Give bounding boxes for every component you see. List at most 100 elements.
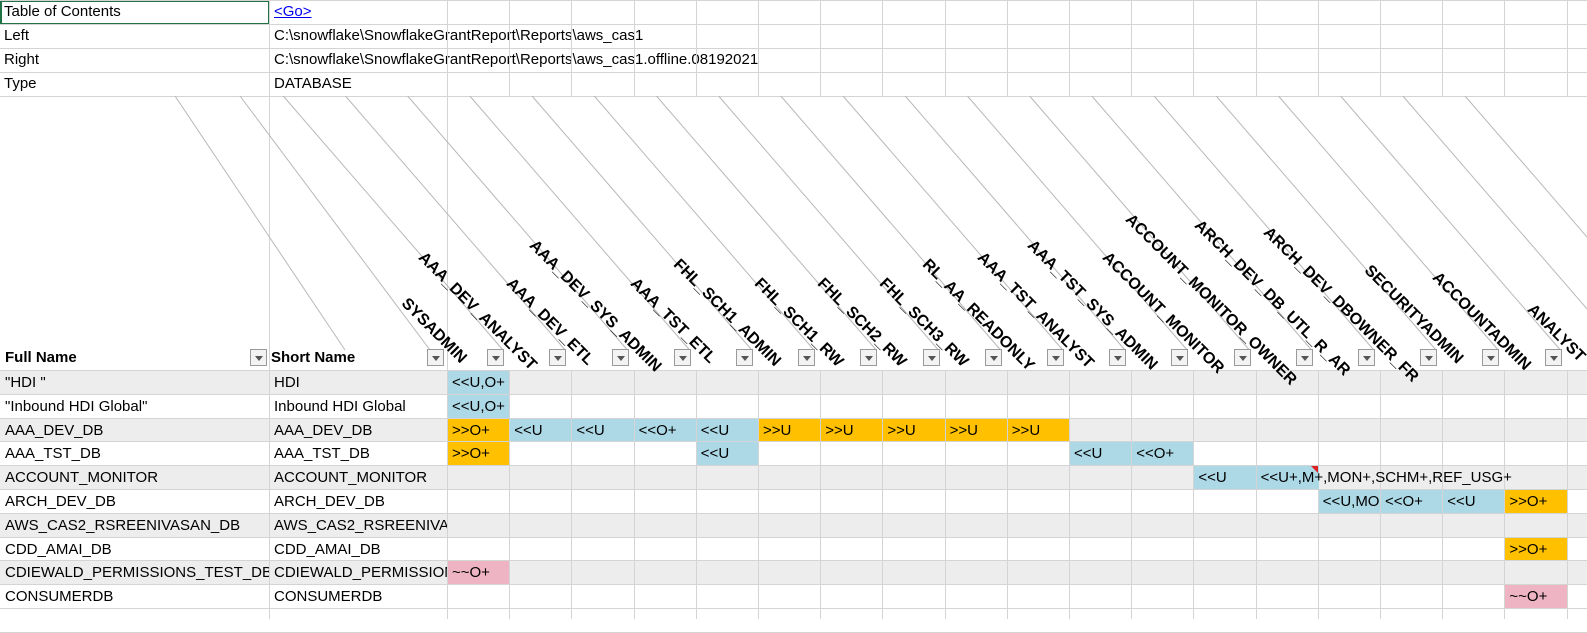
full-name-header: Full Name bbox=[5, 349, 77, 366]
gridline bbox=[634, 0, 635, 96]
grant-cell[interactable]: <<O+ bbox=[1132, 442, 1194, 466]
grant-cell[interactable]: <<U bbox=[572, 418, 634, 442]
gridline bbox=[0, 0, 1587, 1]
filter-dropdown-button[interactable] bbox=[736, 349, 753, 366]
meta-label-cell[interactable]: Right bbox=[0, 48, 269, 72]
gridline bbox=[1007, 370, 1008, 619]
grant-cell[interactable]: >>O+ bbox=[1505, 537, 1567, 561]
grant-cell[interactable]: >>O+ bbox=[448, 418, 510, 442]
grant-cell[interactable]: <<U,O+ bbox=[448, 394, 510, 418]
grant-cell[interactable]: <<U bbox=[1443, 490, 1505, 513]
gridline bbox=[1318, 0, 1319, 96]
grant-cell[interactable]: <<U bbox=[1070, 442, 1132, 466]
filter-dropdown-button[interactable] bbox=[922, 349, 940, 366]
grant-cell[interactable]: ~~O+ bbox=[448, 561, 510, 585]
filter-dropdown-button[interactable] bbox=[1420, 349, 1438, 366]
gridline bbox=[1567, 370, 1568, 619]
filter-dropdown-button[interactable] bbox=[549, 349, 567, 366]
row-full-name[interactable]: AWS_CAS2_RSREENIVASAN_DB bbox=[1, 514, 269, 538]
row-short-name[interactable]: Inbound HDI Global bbox=[270, 395, 447, 419]
diagonal-line bbox=[1402, 95, 1587, 310]
grant-cell[interactable]: >>U bbox=[945, 418, 1007, 442]
grant-cell[interactable]: >>O+ bbox=[448, 442, 510, 466]
row-short-name[interactable]: CDIEWALD_PERMISSION bbox=[270, 561, 447, 585]
row-short-name[interactable]: CONSUMERDB bbox=[270, 585, 447, 609]
gridline bbox=[945, 370, 946, 619]
gridline bbox=[696, 0, 697, 96]
filter-dropdown-button[interactable] bbox=[611, 349, 629, 366]
grant-cell[interactable]: <<U bbox=[1194, 466, 1256, 489]
filter-dropdown-button[interactable] bbox=[250, 349, 267, 366]
row-short-name[interactable]: AAA_TST_DB bbox=[270, 442, 447, 466]
row-full-name[interactable]: CDD_AMAI_DB bbox=[1, 538, 269, 562]
grant-cell[interactable]: <<U bbox=[510, 418, 572, 442]
filter-dropdown-button[interactable] bbox=[673, 349, 691, 366]
row-full-name[interactable]: "Inbound HDI Global" bbox=[1, 395, 269, 419]
meta-value-cell[interactable]: C:\snowflake\SnowflakeGrantReport\Report… bbox=[270, 48, 1070, 72]
filter-dropdown-button[interactable] bbox=[1295, 349, 1313, 366]
filter-dropdown-button[interactable] bbox=[1482, 349, 1500, 366]
row-full-name[interactable]: "HDI " bbox=[1, 371, 269, 395]
filter-dropdown-button[interactable] bbox=[1233, 349, 1251, 366]
meta-value-cell[interactable]: DATABASE bbox=[270, 72, 1070, 96]
meta-value-cell[interactable]: C:\snowflake\SnowflakeGrantReport\Report… bbox=[270, 24, 1070, 48]
filter-dropdown-button[interactable] bbox=[860, 349, 878, 366]
filter-dropdown-button[interactable] bbox=[984, 349, 1002, 366]
gridline bbox=[509, 0, 510, 96]
grant-cell[interactable]: >>U bbox=[821, 418, 883, 442]
gridline bbox=[882, 0, 883, 96]
grant-cell[interactable]: <<U,MO bbox=[1318, 490, 1380, 513]
column-header-aaa-tst-sys-admin[interactable]: AAA_TST_SYS_ADMIN bbox=[1023, 237, 1160, 374]
gridline bbox=[820, 0, 821, 96]
gridline bbox=[1256, 0, 1257, 96]
gridline bbox=[1069, 0, 1070, 96]
filter-dropdown-button[interactable] bbox=[798, 349, 816, 366]
row-short-name[interactable]: AAA_DEV_DB bbox=[270, 419, 447, 443]
row-short-name[interactable]: ARCH_DEV_DB bbox=[270, 490, 447, 514]
grant-cell[interactable]: <<O+ bbox=[1381, 490, 1443, 513]
row-full-name[interactable]: ARCH_DEV_DB bbox=[1, 490, 269, 514]
grant-cell[interactable]: <<U+,M+,MON+,SCHM+,REF_USG+ bbox=[1256, 466, 1512, 489]
gridline bbox=[1442, 0, 1443, 96]
gridline bbox=[447, 0, 448, 619]
gridline bbox=[945, 0, 946, 96]
grant-cell[interactable]: <<U,O+ bbox=[448, 371, 510, 394]
row-full-name[interactable]: AAA_DEV_DB bbox=[1, 419, 269, 443]
gridline bbox=[758, 370, 759, 619]
row-full-name[interactable]: AAA_TST_DB bbox=[1, 442, 269, 466]
filter-dropdown-button[interactable] bbox=[487, 349, 505, 366]
gridline bbox=[0, 96, 1587, 97]
grant-cell[interactable]: >>U bbox=[1007, 418, 1069, 442]
row-full-name[interactable]: CONSUMERDB bbox=[1, 585, 269, 609]
grant-cell[interactable]: >>U bbox=[883, 418, 945, 442]
row-full-name[interactable]: CDIEWALD_PERMISSIONS_TEST_DB bbox=[1, 561, 269, 585]
gridline bbox=[1131, 0, 1132, 96]
gridline bbox=[696, 370, 697, 619]
grant-cell[interactable]: <<U bbox=[696, 442, 758, 466]
row-short-name[interactable]: CDD_AMAI_DB bbox=[270, 538, 447, 562]
grant-cell[interactable]: >>U bbox=[759, 418, 821, 442]
toc-go-link[interactable]: <Go> bbox=[270, 0, 1070, 24]
grant-cell[interactable]: <<U bbox=[696, 418, 758, 442]
filter-dropdown-button[interactable] bbox=[1171, 349, 1189, 366]
filter-dropdown-button[interactable] bbox=[1109, 349, 1127, 366]
row-short-name[interactable]: HDI bbox=[270, 371, 447, 395]
gridline bbox=[758, 0, 759, 96]
meta-label-cell[interactable]: Type bbox=[0, 72, 269, 96]
row-short-name[interactable]: AWS_CAS2_RSREENIVASAN_DB bbox=[270, 514, 447, 538]
short-name-header: Short Name bbox=[271, 349, 356, 366]
row-short-name[interactable]: ACCOUNT_MONITOR bbox=[270, 466, 447, 490]
filter-dropdown-button[interactable] bbox=[1047, 349, 1064, 366]
gridline bbox=[571, 0, 572, 96]
meta-label-cell[interactable]: Left bbox=[0, 24, 269, 48]
grant-cell[interactable]: <<O+ bbox=[634, 418, 696, 442]
filter-dropdown-button[interactable] bbox=[1358, 349, 1375, 366]
gridline bbox=[1131, 370, 1132, 619]
row-full-name[interactable]: ACCOUNT_MONITOR bbox=[1, 466, 269, 490]
gridline bbox=[820, 370, 821, 619]
grant-cell[interactable]: ~~O+ bbox=[1505, 585, 1567, 608]
gridline bbox=[1007, 0, 1008, 96]
gridline bbox=[1380, 0, 1381, 96]
grant-cell[interactable]: >>O+ bbox=[1505, 490, 1567, 513]
filter-dropdown-button[interactable] bbox=[1544, 349, 1562, 366]
